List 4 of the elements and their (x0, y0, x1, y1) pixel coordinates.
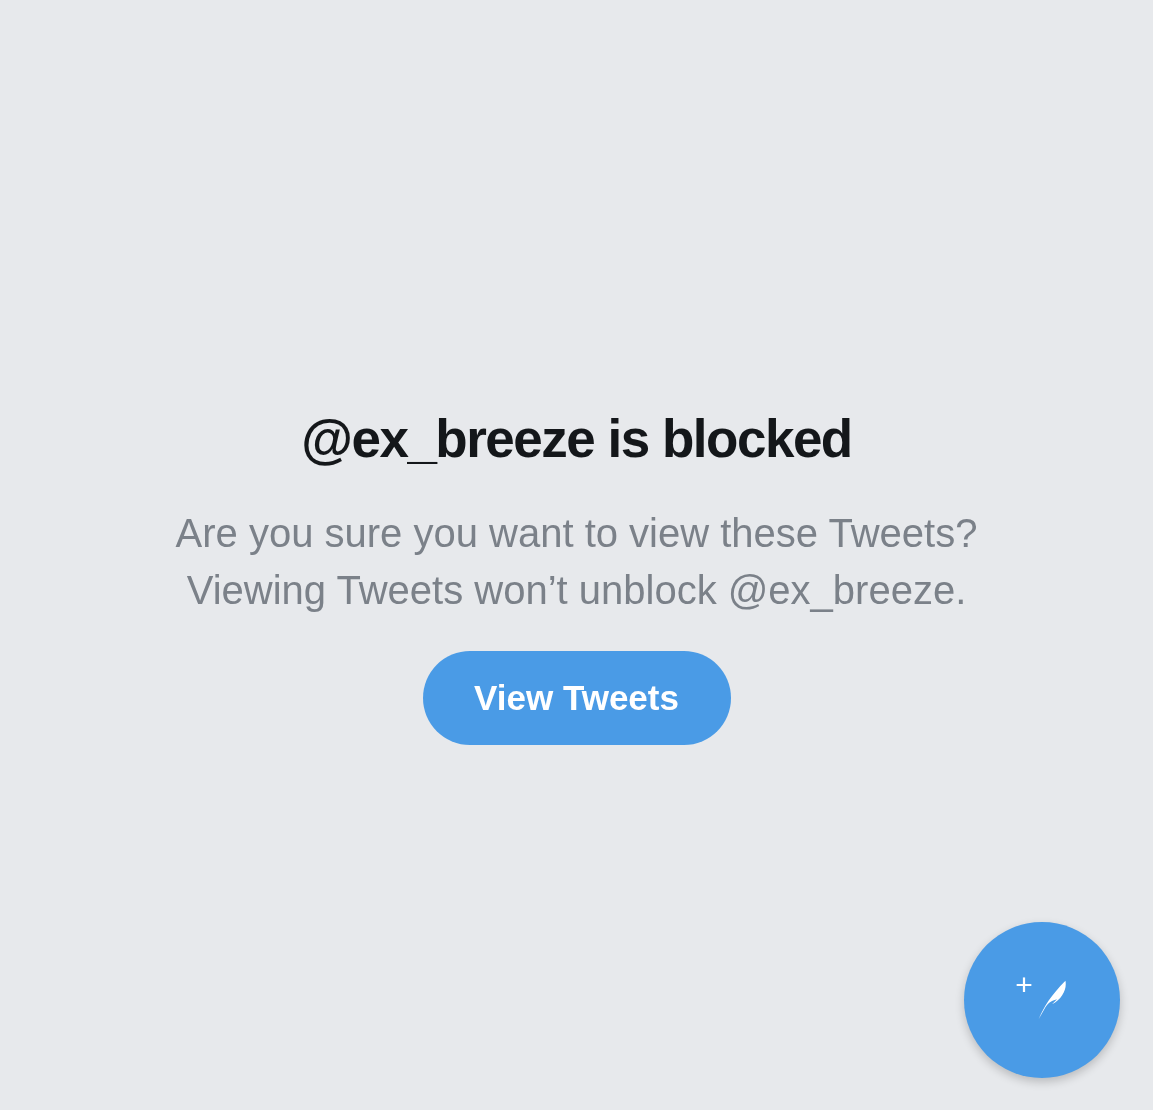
warning-message: Are you sure you want to view these Tweets? Viewing Tweets won’t unblock @ex_breeze. (174, 510, 979, 614)
blocked-title: @ex_breeze is blocked (301, 408, 852, 469)
view-tweets-button[interactable]: View Tweets (422, 651, 731, 745)
compose-button[interactable]: + (964, 922, 1120, 1078)
